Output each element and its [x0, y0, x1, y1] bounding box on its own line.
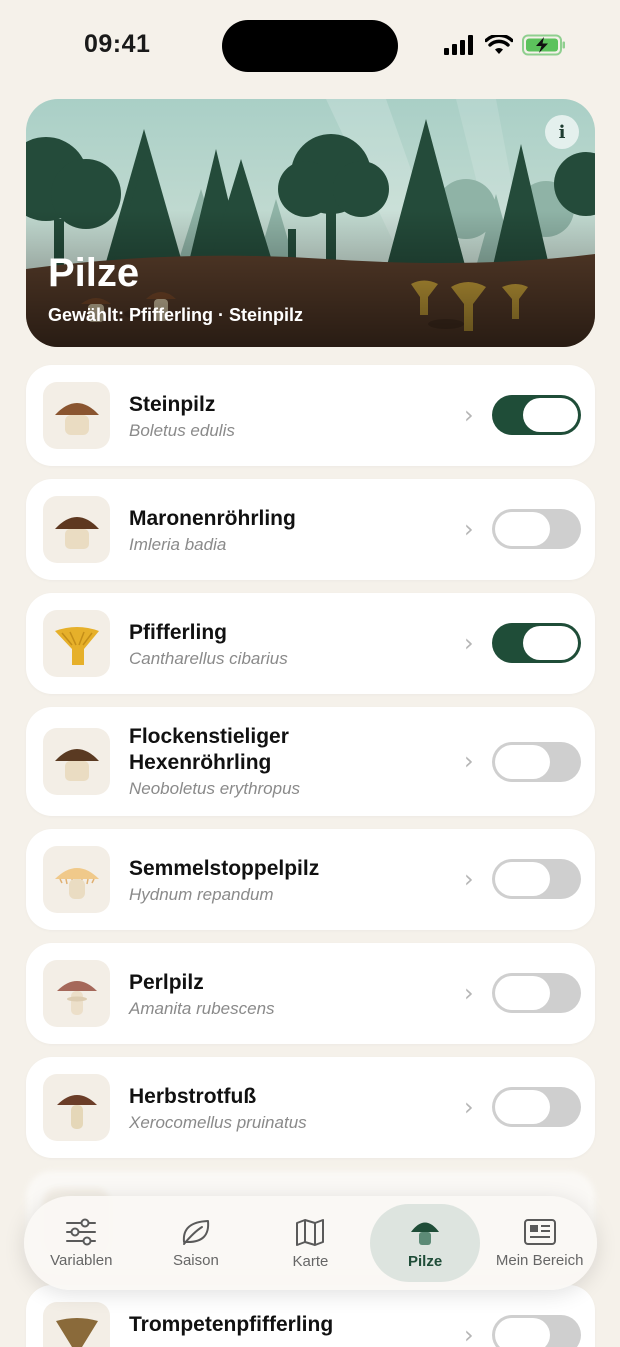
- mushroom-name: Flockenstieliger Hexenröhrling: [129, 724, 289, 776]
- select-toggle[interactable]: [492, 395, 581, 435]
- dynamic-island: [222, 20, 398, 72]
- hedgehog-mushroom-icon: [43, 846, 110, 913]
- tab-label: Pilze: [407, 1252, 443, 1270]
- bay-bolete-icon: [43, 496, 110, 563]
- tab-karte[interactable]: Karte: [253, 1196, 368, 1290]
- page-title: Pilze: [48, 251, 140, 295]
- tab-bar: Variablen Saison Karte Pilze Mein Bereic…: [24, 1196, 597, 1290]
- selection-prefix: Gewählt:: [48, 305, 125, 325]
- status-bar: 09:41: [0, 0, 620, 92]
- select-toggle[interactable]: [492, 742, 581, 782]
- selection-items: Pfifferling · Steinpilz: [129, 305, 304, 325]
- mushroom-icon: [411, 1222, 440, 1245]
- trumpet-chanterelle-icon: [43, 1302, 110, 1347]
- tab-saison[interactable]: Saison: [139, 1196, 254, 1290]
- mushroom-name: Pfifferling: [129, 621, 227, 644]
- chevron-right-icon[interactable]: ›: [464, 1093, 474, 1121]
- select-toggle[interactable]: [492, 973, 581, 1013]
- chevron-right-icon[interactable]: ›: [464, 1321, 474, 1347]
- newspaper-icon: [523, 1218, 556, 1245]
- mushroom-latin-name: Cantharellus cibarius: [129, 649, 288, 668]
- map-icon: [296, 1218, 325, 1246]
- chanterelle-icon: [43, 610, 110, 677]
- mushroom-latin-name: Neoboletus erythropus: [129, 779, 301, 798]
- mushroom-name: Maronenröhrling: [129, 507, 296, 530]
- mushroom-row-hexenroehrling[interactable]: Flockenstieliger Hexenröhrling Neoboletu…: [26, 707, 595, 816]
- leaf-icon: [182, 1219, 210, 1245]
- mushroom-latin-name: Imleria badia: [129, 535, 227, 554]
- info-button[interactable]: i: [545, 115, 579, 149]
- tab-pilze[interactable]: Pilze: [368, 1196, 483, 1290]
- mushroom-name-line-2: Hexenröhrling: [129, 751, 272, 774]
- battery-charging-icon: [522, 34, 565, 56]
- select-toggle[interactable]: [492, 1087, 581, 1127]
- mushroom-latin-name: Boletus edulis: [129, 421, 235, 440]
- tab-variablen[interactable]: Variablen: [24, 1196, 139, 1290]
- blusher-icon: [43, 960, 110, 1027]
- mushroom-row-maronenroehrling[interactable]: Maronenröhrling Imleria badia ›: [26, 479, 595, 580]
- mushroom-name: Trompetenpfifferling: [129, 1313, 334, 1336]
- mushroom-row-pfifferling[interactable]: Pfifferling Cantharellus cibarius ›: [26, 593, 595, 694]
- mushroom-name: Steinpilz: [129, 393, 216, 416]
- tab-label: Variablen: [50, 1251, 113, 1269]
- red-cracking-bolete-icon: [43, 1074, 110, 1141]
- mushroom-row-steinpilz[interactable]: Steinpilz Boletus edulis ›: [26, 365, 595, 466]
- mushroom-name: Perlpilz: [129, 971, 204, 994]
- mushroom-row-perlpilz[interactable]: Perlpilz Amanita rubescens ›: [26, 943, 595, 1044]
- select-toggle[interactable]: [492, 623, 581, 663]
- tab-label: Mein Bereich: [495, 1251, 584, 1269]
- select-toggle[interactable]: [492, 509, 581, 549]
- status-time: 09:41: [84, 30, 151, 58]
- mushroom-name: Semmelstoppelpilz: [129, 857, 320, 880]
- chevron-right-icon[interactable]: ›: [464, 401, 474, 429]
- mushroom-row-herbstrotfuss[interactable]: Herbstrotfuß Xerocomellus pruinatus ›: [26, 1057, 595, 1158]
- wifi-icon: [485, 35, 513, 54]
- mushroom-latin-name: Amanita rubescens: [129, 999, 275, 1018]
- sliders-icon: [66, 1218, 97, 1245]
- bolete-icon: [43, 728, 110, 795]
- mushroom-latin-name: Xerocomellus pruinatus: [129, 1113, 307, 1132]
- chevron-right-icon[interactable]: ›: [464, 515, 474, 543]
- select-toggle[interactable]: [492, 859, 581, 899]
- select-toggle[interactable]: [492, 1315, 581, 1347]
- mushroom-name-line-1: Flockenstieliger: [129, 725, 289, 748]
- chevron-right-icon[interactable]: ›: [464, 979, 474, 1007]
- mushroom-row-trompetenpfifferling[interactable]: Trompetenpfifferling ›: [26, 1285, 595, 1347]
- mushroom-row-semmelstoppelpilz[interactable]: Semmelstoppelpilz Hydnum repandum ›: [26, 829, 595, 930]
- selection-summary: Gewählt: Pfifferling · Steinpilz: [48, 305, 303, 326]
- status-icons: [444, 34, 566, 56]
- mushroom-name: Herbstrotfuß: [129, 1085, 257, 1108]
- chevron-right-icon[interactable]: ›: [464, 747, 474, 775]
- hero-banner: i Pilze Gewählt: Pfifferling · Steinpilz: [26, 99, 595, 347]
- chevron-right-icon[interactable]: ›: [464, 865, 474, 893]
- porcini-icon: [43, 382, 110, 449]
- tab-label: Saison: [172, 1251, 219, 1269]
- tab-label: Karte: [292, 1252, 329, 1270]
- mushroom-latin-name: Hydnum repandum: [129, 885, 274, 904]
- tab-mein-bereich[interactable]: Mein Bereich: [482, 1196, 597, 1290]
- chevron-right-icon[interactable]: ›: [464, 629, 474, 657]
- cellular-signal-icon: [444, 35, 473, 55]
